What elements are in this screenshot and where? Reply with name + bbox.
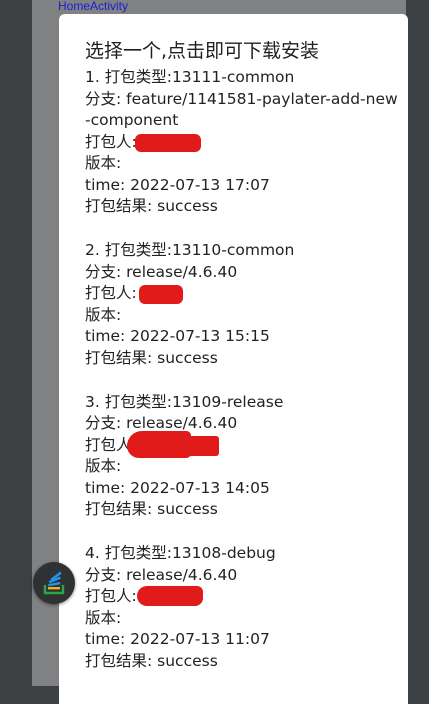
- build-branch: 分支: release/4.6.40: [85, 414, 238, 432]
- build-result: 打包结果: success: [85, 651, 218, 670]
- build-version: 版本:: [85, 608, 122, 627]
- build-branch: 分支: release/4.6.40: [85, 565, 238, 584]
- build-packager: 打包人:: [85, 284, 137, 302]
- build-item-1[interactable]: 1. 打包类型:13111-common 分支: feature/1141581…: [85, 67, 403, 218]
- build-item-3[interactable]: 3. 打包类型:13109-release 分支: release/4.6.40…: [85, 392, 403, 521]
- build-packager: 打包人: [85, 435, 132, 454]
- build-time: time: 2022-07-13 11:07: [85, 630, 270, 648]
- build-branch: 分支: feature/1141581-paylater-add-new-com…: [85, 89, 398, 130]
- stack-overflow-icon: [43, 571, 65, 595]
- build-time: time: 2022-07-13 15:15: [85, 327, 270, 345]
- build-packager-row: 打包人:: [85, 283, 403, 305]
- build-version: 版本:: [85, 154, 122, 172]
- build-branch: 分支: release/4.6.40: [85, 262, 238, 281]
- build-list: 1. 打包类型:13111-common 分支: feature/1141581…: [85, 67, 403, 695]
- build-packager: 打包人:: [85, 132, 137, 151]
- build-result: 打包结果: success: [85, 197, 218, 215]
- build-time: time: 2022-07-13 17:07: [85, 175, 270, 194]
- build-type: 4. 打包类型:13108-debug: [85, 544, 276, 562]
- build-result: 打包结果: success: [85, 500, 218, 518]
- activity-title: HomeActivity: [58, 0, 129, 13]
- build-packager-row: 打包人:: [85, 132, 403, 154]
- dialog-title: 选择一个,点击即可下载安装: [85, 40, 320, 62]
- build-type: 1. 打包类型:13111-common: [85, 68, 295, 86]
- build-packager: 打包人:: [85, 587, 137, 605]
- build-type: 3. 打包类型:13109-release: [85, 392, 284, 411]
- build-item-4[interactable]: 4. 打包类型:13108-debug 分支: release/4.6.40 打…: [85, 543, 403, 672]
- download-dialog: 选择一个,点击即可下载安装 1. 打包类型:13111-common 分支: f…: [59, 14, 408, 704]
- build-version: 版本:: [85, 457, 122, 475]
- build-packager-row: 打包人:: [85, 586, 403, 608]
- redaction-mark: [135, 133, 201, 152]
- redaction-mark: [137, 586, 203, 606]
- build-item-2[interactable]: 2. 打包类型:13110-common 分支: release/4.6.40 …: [85, 240, 403, 369]
- build-result: 打包结果: success: [85, 348, 218, 367]
- build-version: 版本:: [85, 305, 122, 324]
- build-type: 2. 打包类型:13110-common: [85, 241, 295, 259]
- floating-action-button[interactable]: [33, 562, 75, 604]
- build-packager-row: 打包人: [85, 430, 403, 458]
- redaction-mark: [139, 285, 183, 304]
- redaction-mark: [173, 435, 219, 456]
- build-time: time: 2022-07-13 14:05: [85, 478, 270, 497]
